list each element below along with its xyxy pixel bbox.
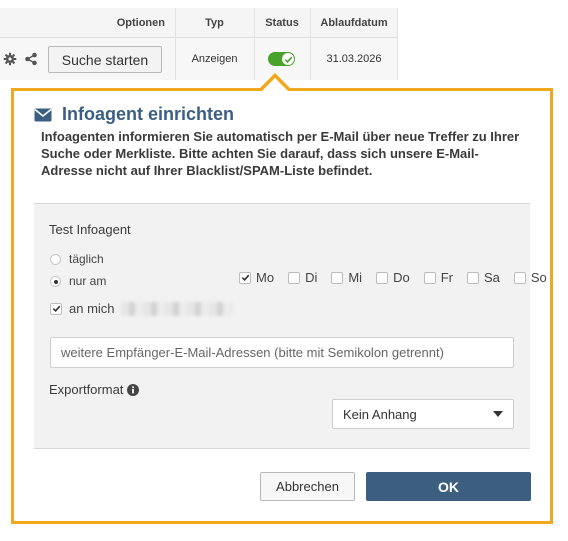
- dialog-description: Infoagenten informieren Sie automatisch …: [41, 129, 520, 178]
- export-format-text: Exportformat: [49, 382, 124, 397]
- start-search-button[interactable]: Suche starten: [48, 46, 162, 73]
- caret-down-icon: [493, 411, 503, 417]
- column-divider: [175, 8, 176, 80]
- day-mo[interactable]: Mo: [239, 270, 274, 285]
- dialog-title-text: Infoagent einrichten: [62, 104, 235, 124]
- day-label: Mi: [348, 270, 363, 285]
- day-label: Fr: [440, 270, 453, 285]
- checkbox-sa[interactable]: [466, 271, 479, 284]
- send-to-me-label: an mich: [69, 301, 115, 316]
- agent-name: Test Infoagent: [49, 222, 131, 237]
- checkbox-mo[interactable]: [239, 271, 251, 284]
- envelope-icon: [34, 108, 52, 121]
- cancel-button[interactable]: Abbrechen: [260, 472, 355, 501]
- day-so[interactable]: So: [513, 270, 547, 285]
- day-label: Mo: [256, 270, 275, 285]
- checkbox-mi[interactable]: [331, 271, 344, 284]
- checkbox-fr[interactable]: [423, 271, 436, 284]
- radio-only-on-circle[interactable]: [50, 275, 61, 287]
- results-table: Optionen Typ Status Ablaufdatum Suche st…: [0, 8, 398, 80]
- check-icon: [52, 305, 60, 313]
- column-header-typ: Typ: [205, 16, 224, 29]
- table-row: Suche starten Anzeigen 31.03.2026: [0, 38, 398, 80]
- type-cell: Anzeigen: [191, 53, 238, 65]
- column-divider: [310, 8, 311, 80]
- day-fr[interactable]: Fr: [423, 270, 453, 285]
- day-label: Do: [393, 270, 410, 285]
- column-header-status: Status: [265, 16, 299, 29]
- weekday-selector: Mo Di Mi Do Fr Sa So: [239, 270, 547, 285]
- send-to-me[interactable]: an mich: [50, 301, 233, 316]
- check-icon: [284, 56, 292, 63]
- agent-settings-panel: Test Infoagent täglich nur am Mo Di Mi D…: [34, 203, 547, 449]
- status-toggle[interactable]: [268, 52, 295, 66]
- day-do[interactable]: Do: [376, 270, 410, 285]
- day-mi[interactable]: Mi: [331, 270, 362, 285]
- radio-daily[interactable]: täglich: [50, 252, 104, 266]
- gear-icon[interactable]: [3, 52, 17, 66]
- toggle-knob: [282, 53, 294, 65]
- info-icon[interactable]: [127, 383, 140, 396]
- day-label: Di: [305, 270, 318, 285]
- dialog-title: Infoagent einrichten: [34, 104, 234, 125]
- radio-daily-circle[interactable]: [50, 253, 61, 265]
- export-format-value: Kein Anhang: [343, 406, 417, 422]
- share-icon[interactable]: [24, 52, 38, 66]
- column-header-optionen: Optionen: [116, 16, 165, 29]
- export-format-label: Exportformat: [49, 382, 140, 397]
- checkbox-di[interactable]: [288, 271, 301, 284]
- extra-recipients-input[interactable]: [50, 337, 514, 368]
- redacted-email: [120, 301, 233, 316]
- infoagent-dialog: Infoagent einrichten Infoagenten informi…: [11, 88, 553, 524]
- ok-button[interactable]: OK: [366, 472, 531, 501]
- column-divider: [397, 8, 398, 80]
- day-label: So: [530, 270, 547, 285]
- day-di[interactable]: Di: [288, 270, 317, 285]
- day-sa[interactable]: Sa: [466, 270, 500, 285]
- column-divider: [254, 8, 255, 80]
- radio-daily-label: täglich: [69, 252, 104, 266]
- checkbox-so[interactable]: [513, 271, 526, 284]
- export-format-select[interactable]: Kein Anhang: [332, 399, 514, 429]
- radio-only-on-label: nur am: [69, 274, 107, 288]
- expiry-date-cell: 31.03.2026: [326, 53, 382, 65]
- checkbox-send-to-me[interactable]: [50, 302, 62, 315]
- day-label: Sa: [483, 270, 500, 285]
- popup-pointer-fill: [262, 78, 288, 91]
- check-icon: [241, 274, 249, 282]
- checkbox-do[interactable]: [376, 271, 389, 284]
- table-header: Optionen Typ Status Ablaufdatum: [0, 8, 398, 38]
- radio-only-on[interactable]: nur am: [50, 274, 106, 288]
- column-header-ablaufdatum: Ablaufdatum: [320, 16, 388, 29]
